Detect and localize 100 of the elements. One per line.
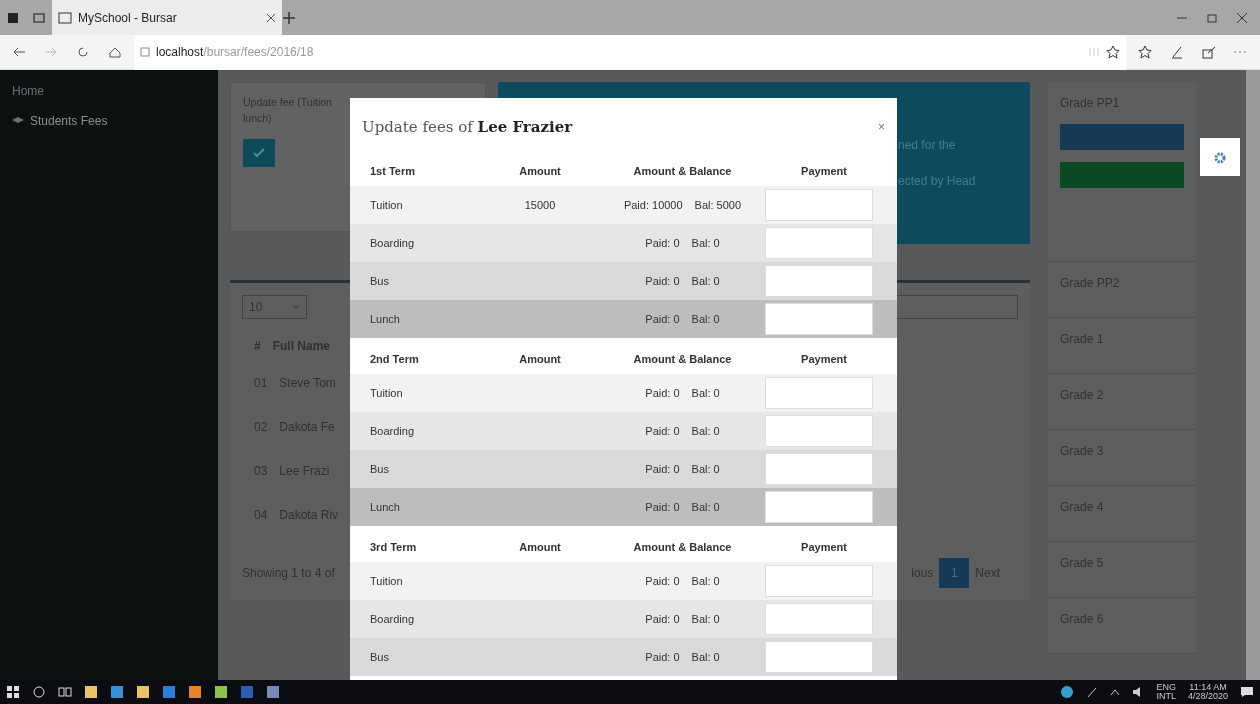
payment-field[interactable] <box>765 377 873 409</box>
column-header: 1st Term <box>370 163 417 179</box>
payment-field[interactable] <box>765 415 873 447</box>
column-header: # <box>253 338 261 355</box>
sidebar-item[interactable]: Students Fees <box>12 112 206 130</box>
windows-icon[interactable] <box>6 685 20 699</box>
chevron-down-icon <box>292 304 300 310</box>
payment-field[interactable] <box>765 491 873 523</box>
column-header: 2nd Term <box>370 351 420 367</box>
share-icon[interactable] <box>1202 45 1216 59</box>
paid-amount: Paid: 0 <box>645 235 680 251</box>
payment-field[interactable] <box>765 265 873 297</box>
paid-amount: Paid: 0 <box>645 649 680 665</box>
paid-amount: Paid: 10000 <box>623 197 683 213</box>
column-header: Payment <box>800 351 848 367</box>
sidebar-item[interactable]: Home <box>12 82 206 100</box>
balance-amount: Bal: 0 <box>691 611 720 627</box>
close-button[interactable]: × <box>878 118 885 136</box>
balance-amount: Bal: 0 <box>691 423 720 439</box>
paid-amount: Paid: 0 <box>645 573 680 589</box>
fee-name: Lunch <box>370 499 401 515</box>
balance-amount: Bal: 0 <box>691 273 720 289</box>
column-header: Amount <box>518 163 562 179</box>
gear-icon <box>1214 151 1226 164</box>
column-header: Amount <box>518 351 562 367</box>
fee-name: Tuition <box>370 385 404 401</box>
app-icon[interactable] <box>110 685 124 699</box>
notification-icon[interactable] <box>1240 686 1254 698</box>
payment-field[interactable] <box>765 189 873 221</box>
app-icon[interactable] <box>188 685 202 699</box>
page-icon <box>140 47 150 57</box>
app-icon[interactable] <box>162 685 176 699</box>
fee-name: Tuition <box>370 197 404 213</box>
fee-name: Boarding <box>370 423 416 439</box>
column-header: Amount & Balance <box>632 539 733 555</box>
payment-field[interactable] <box>765 603 873 635</box>
settings-button[interactable] <box>1200 138 1240 176</box>
close-icon[interactable] <box>266 12 276 23</box>
column-header: 3rd Term <box>370 539 418 555</box>
payment-field[interactable] <box>765 641 873 673</box>
fee-name: Boarding <box>370 235 416 251</box>
fee-name: Bus <box>370 461 390 477</box>
pen-icon[interactable] <box>1170 45 1184 59</box>
app-icon[interactable] <box>84 685 98 699</box>
column-header: Amount & Balance <box>632 163 733 179</box>
balance-amount: Bal: 0 <box>691 499 720 515</box>
payment-field[interactable] <box>765 453 873 485</box>
paid-amount: Paid: 0 <box>645 461 680 477</box>
balance-amount: Bal: 0 <box>691 461 720 477</box>
clock-date: 4/28/2020 <box>1187 692 1228 701</box>
chevron-up-icon[interactable] <box>1110 688 1121 696</box>
column-header: Amount & Balance <box>632 351 733 367</box>
address-text: localhost/bursar/fees/2016/18 <box>156 44 314 61</box>
column-header: Amount <box>518 539 562 555</box>
balance-amount: Bal: 0 <box>691 649 720 665</box>
column-header: Payment <box>800 539 848 555</box>
browser-tab[interactable]: MySchool - Bursar <box>52 0 282 35</box>
check-icon <box>253 148 265 159</box>
payment-field[interactable] <box>765 227 873 259</box>
restore-icon[interactable] <box>1206 11 1218 24</box>
close-icon[interactable] <box>1236 11 1248 24</box>
dialog-title: Update fees of Lee Frazier <box>362 116 574 138</box>
paid-amount: Paid: 0 <box>645 423 680 439</box>
tab-title: MySchool - Bursar <box>78 9 178 27</box>
refresh-icon[interactable] <box>76 45 90 59</box>
paid-amount: Paid: 0 <box>645 273 680 289</box>
fee-name: Bus <box>370 273 390 289</box>
paid-amount: Paid: 0 <box>645 311 680 327</box>
paid-amount: Paid: 0 <box>645 385 680 401</box>
payment-field[interactable] <box>765 565 873 597</box>
balance-amount: Bal: 0 <box>691 385 720 401</box>
fee-name: Boarding <box>370 611 416 627</box>
star-icon[interactable] <box>1106 45 1120 59</box>
app-icon[interactable] <box>136 685 150 699</box>
balance-amount: Bal: 0 <box>691 235 720 251</box>
fee-amount: 15000 <box>524 198 556 211</box>
pen-icon[interactable] <box>1086 686 1099 698</box>
balance-amount: Bal: 0 <box>691 573 720 589</box>
address-field[interactable]: localhost/bursar/fees/2016/18 <box>134 34 1126 70</box>
task-view-icon[interactable] <box>58 685 72 699</box>
fee-name: Tuition <box>370 573 404 589</box>
language-text: ENG <box>1156 683 1176 692</box>
layout-text: INTL <box>1156 692 1176 701</box>
home-icon[interactable] <box>108 45 122 59</box>
scrollbar[interactable] <box>1246 70 1260 680</box>
payment-field[interactable] <box>765 303 873 335</box>
clock-time: 11:14 AM <box>1188 683 1228 692</box>
check-button[interactable] <box>243 138 275 167</box>
plus-icon[interactable] <box>282 10 296 25</box>
fee-name: Bus <box>370 649 390 665</box>
balance-amount: Bal: 5000 <box>694 197 742 213</box>
app-icon[interactable] <box>266 685 280 699</box>
app-icon[interactable] <box>214 685 228 699</box>
column-header: Payment <box>800 163 848 179</box>
paid-amount: Paid: 0 <box>645 611 680 627</box>
search-icon[interactable] <box>32 685 46 699</box>
favorites-icon[interactable] <box>1138 45 1152 59</box>
fee-name: Lunch <box>370 311 401 327</box>
paid-amount: Paid: 0 <box>645 499 680 515</box>
back-icon[interactable] <box>12 46 26 58</box>
